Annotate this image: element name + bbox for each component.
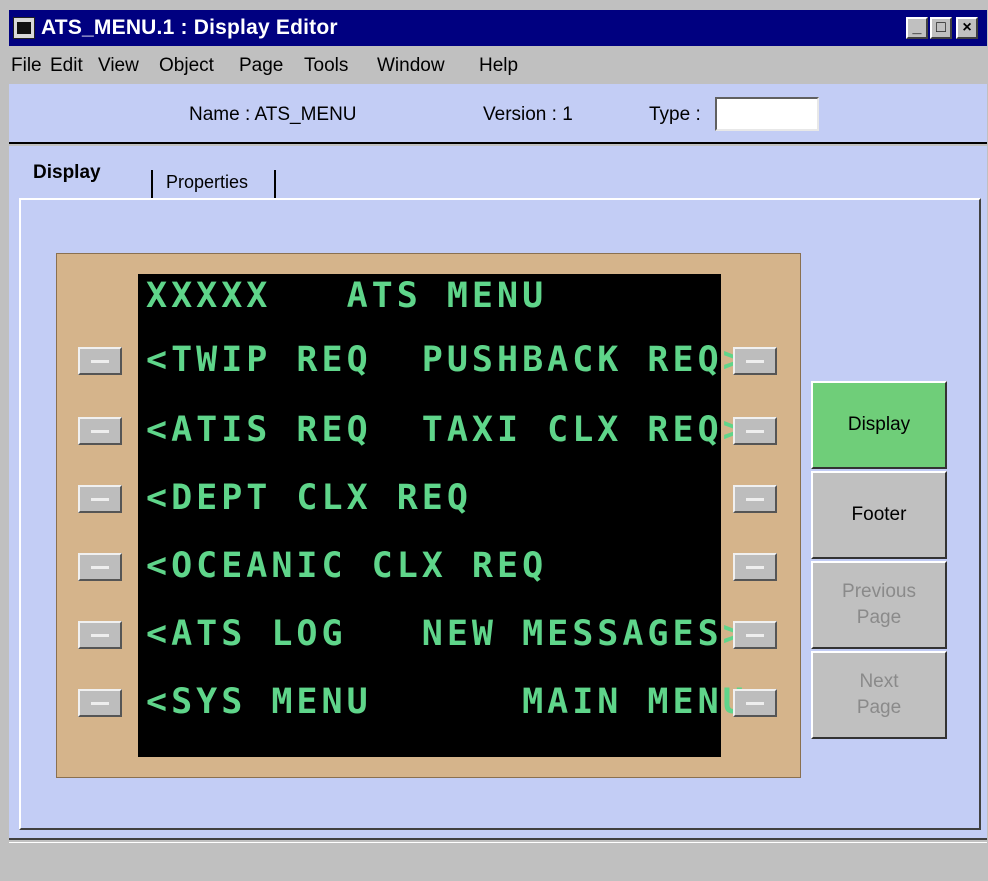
left-line-select-key-2[interactable] [78, 417, 122, 445]
right-line-select-key-6[interactable] [733, 689, 777, 717]
right-line-select-key-2[interactable] [733, 417, 777, 445]
display-editor-window: ATS_MENU.1 : Display Editor _ □ × File E… [0, 0, 988, 881]
left-line-select-key-4[interactable] [78, 553, 122, 581]
window-title: ATS_MENU.1 : Display Editor [41, 16, 338, 39]
menu-edit[interactable]: Edit [50, 55, 83, 77]
type-label: Type : [649, 104, 701, 125]
close-button[interactable]: × [956, 17, 978, 39]
tab-divider [151, 170, 153, 200]
tab-properties[interactable]: Properties [166, 172, 248, 193]
left-line-select-key-1[interactable] [78, 347, 122, 375]
cdu-line-3: <DEPT CLX REQ [146, 478, 472, 518]
display-button[interactable]: Display [811, 381, 947, 469]
menu-tools[interactable]: Tools [304, 55, 348, 77]
cdu-line-2: <ATIS REQ TAXI CLX REQ> [146, 410, 748, 450]
cdu-line-5: <ATS LOG NEW MESSAGES> [146, 614, 748, 654]
menu-file[interactable]: File [11, 55, 42, 77]
previous-page-button[interactable]: Previous Page [811, 561, 947, 649]
minimize-icon: _ [912, 19, 922, 36]
type-field[interactable] [715, 97, 819, 131]
cdu-title-line: XXXXX ATS MENU [146, 276, 548, 316]
maximize-icon: □ [936, 19, 946, 36]
menu-bar: File Edit View Object Page Tools Window … [9, 48, 987, 84]
close-icon: × [962, 19, 972, 36]
cdu-line-1: <TWIP REQ PUSHBACK REQ> [146, 340, 748, 380]
right-line-select-key-4[interactable] [733, 553, 777, 581]
menu-object[interactable]: Object [159, 55, 214, 77]
right-line-select-key-5[interactable] [733, 621, 777, 649]
left-line-select-key-5[interactable] [78, 621, 122, 649]
minimize-button[interactable]: _ [906, 17, 928, 39]
status-bar [9, 842, 987, 881]
right-line-select-key-1[interactable] [733, 347, 777, 375]
maximize-button[interactable]: □ [930, 17, 952, 39]
next-page-button[interactable]: Next Page [811, 651, 947, 739]
name-label: Name : ATS_MENU [189, 104, 357, 125]
footer-button-label: Footer [851, 504, 907, 525]
app-icon[interactable] [13, 17, 35, 39]
info-bar: Name : ATS_MENU Version : 1 Type : [9, 84, 987, 144]
footer-button[interactable]: Footer [811, 471, 947, 559]
previous-page-button-label: Previous Page [842, 581, 916, 628]
title-bar[interactable]: ATS_MENU.1 : Display Editor _ □ × [9, 10, 987, 46]
left-line-select-key-6[interactable] [78, 689, 122, 717]
menu-help[interactable]: Help [479, 55, 518, 77]
version-label: Version : 1 [483, 104, 573, 125]
cdu-line-4: <OCEANIC CLX REQ [146, 546, 548, 586]
cdu-line-6: <SYS MENU MAIN MENU> [146, 682, 773, 722]
tab-divider [274, 170, 276, 200]
menu-view[interactable]: View [98, 55, 139, 77]
display-button-label: Display [847, 414, 911, 435]
next-page-button-label: Next Page [856, 671, 902, 718]
menu-window[interactable]: Window [377, 55, 445, 77]
tab-display[interactable]: Display [33, 162, 101, 184]
right-line-select-key-3[interactable] [733, 485, 777, 513]
menu-page[interactable]: Page [239, 55, 283, 77]
left-line-select-key-3[interactable] [78, 485, 122, 513]
